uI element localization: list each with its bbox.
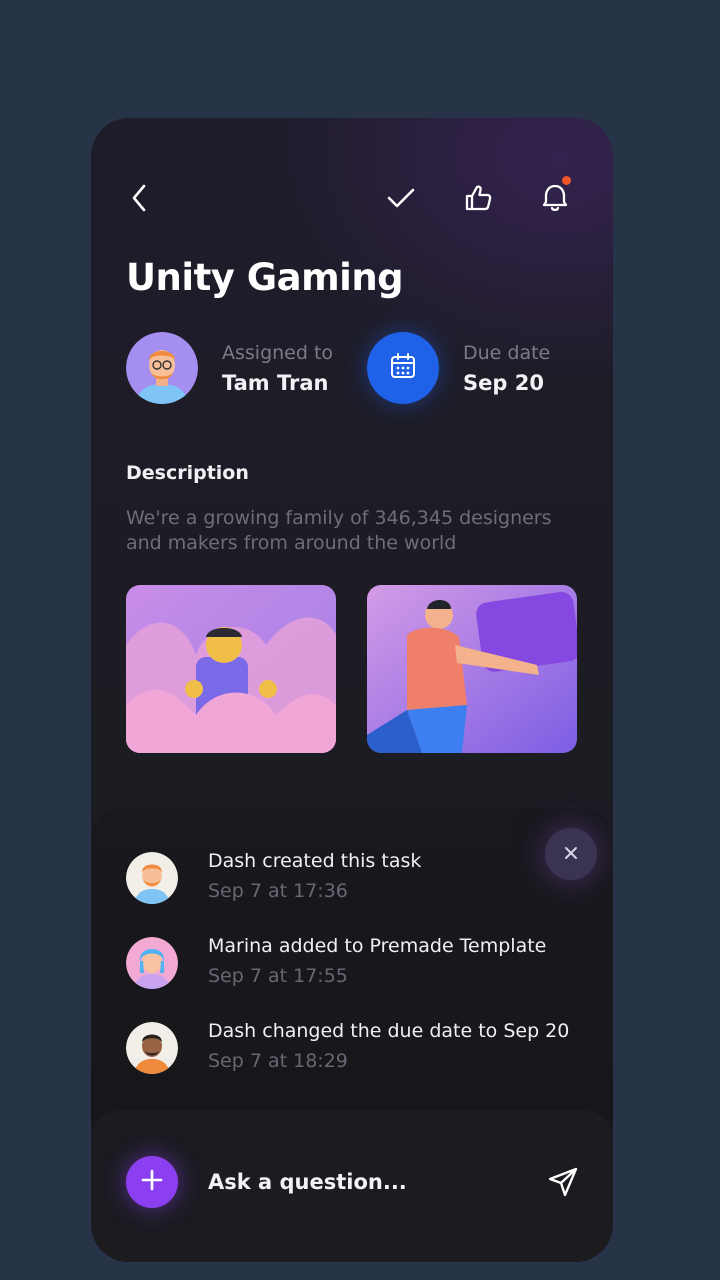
assignee-avatar[interactable] [126,332,198,404]
activity-item: Dash changed the due date to Sep 20 Sep … [126,1020,586,1080]
add-button[interactable] [126,1156,178,1208]
activity-time: Sep 7 at 18:29 [208,1050,348,1072]
due-date-value[interactable]: Sep 20 [463,371,544,395]
attachment-image-1[interactable] [126,585,336,753]
send-icon[interactable] [543,1162,583,1202]
avatar [126,852,178,904]
assigned-label: Assigned to [222,342,334,364]
activity-item: Dash created this task Sep 7 at 17:36 [126,850,586,910]
avatar [126,1022,178,1074]
plus-icon [141,1169,163,1195]
assignee-name[interactable]: Tam Tran [222,371,328,395]
task-detail-card: Unity Gaming Assigned to Tam Tran Due da… [91,118,613,1262]
activity-time: Sep 7 at 17:36 [208,880,348,902]
check-icon[interactable] [383,180,419,216]
description-text: We're a growing family of 346,345 design… [126,507,552,554]
thumbs-up-icon[interactable] [460,180,496,216]
activity-time: Sep 7 at 17:55 [208,965,348,987]
task-title: Unity Gaming [126,256,404,299]
back-chevron-icon[interactable] [122,180,158,216]
activity-item: Marina added to Premade Template Sep 7 a… [126,935,586,995]
activity-panel: Dash created this task Sep 7 at 17:36 Ma… [91,808,613,1128]
question-input[interactable] [208,1164,508,1200]
attachment-image-2[interactable] [367,585,577,753]
calendar-icon [389,352,417,384]
question-composer [91,1110,613,1262]
top-toolbar [91,118,613,278]
activity-text: Marina added to Premade Template [208,935,547,957]
activity-text: Dash changed the due date to Sep 20 [208,1020,570,1042]
due-date-label: Due date [463,342,551,364]
bell-icon[interactable] [537,176,573,216]
avatar [126,937,178,989]
activity-text: Dash created this task [208,850,422,872]
description-title: Description [126,462,249,484]
calendar-button[interactable] [367,332,439,404]
notification-dot [562,176,571,185]
